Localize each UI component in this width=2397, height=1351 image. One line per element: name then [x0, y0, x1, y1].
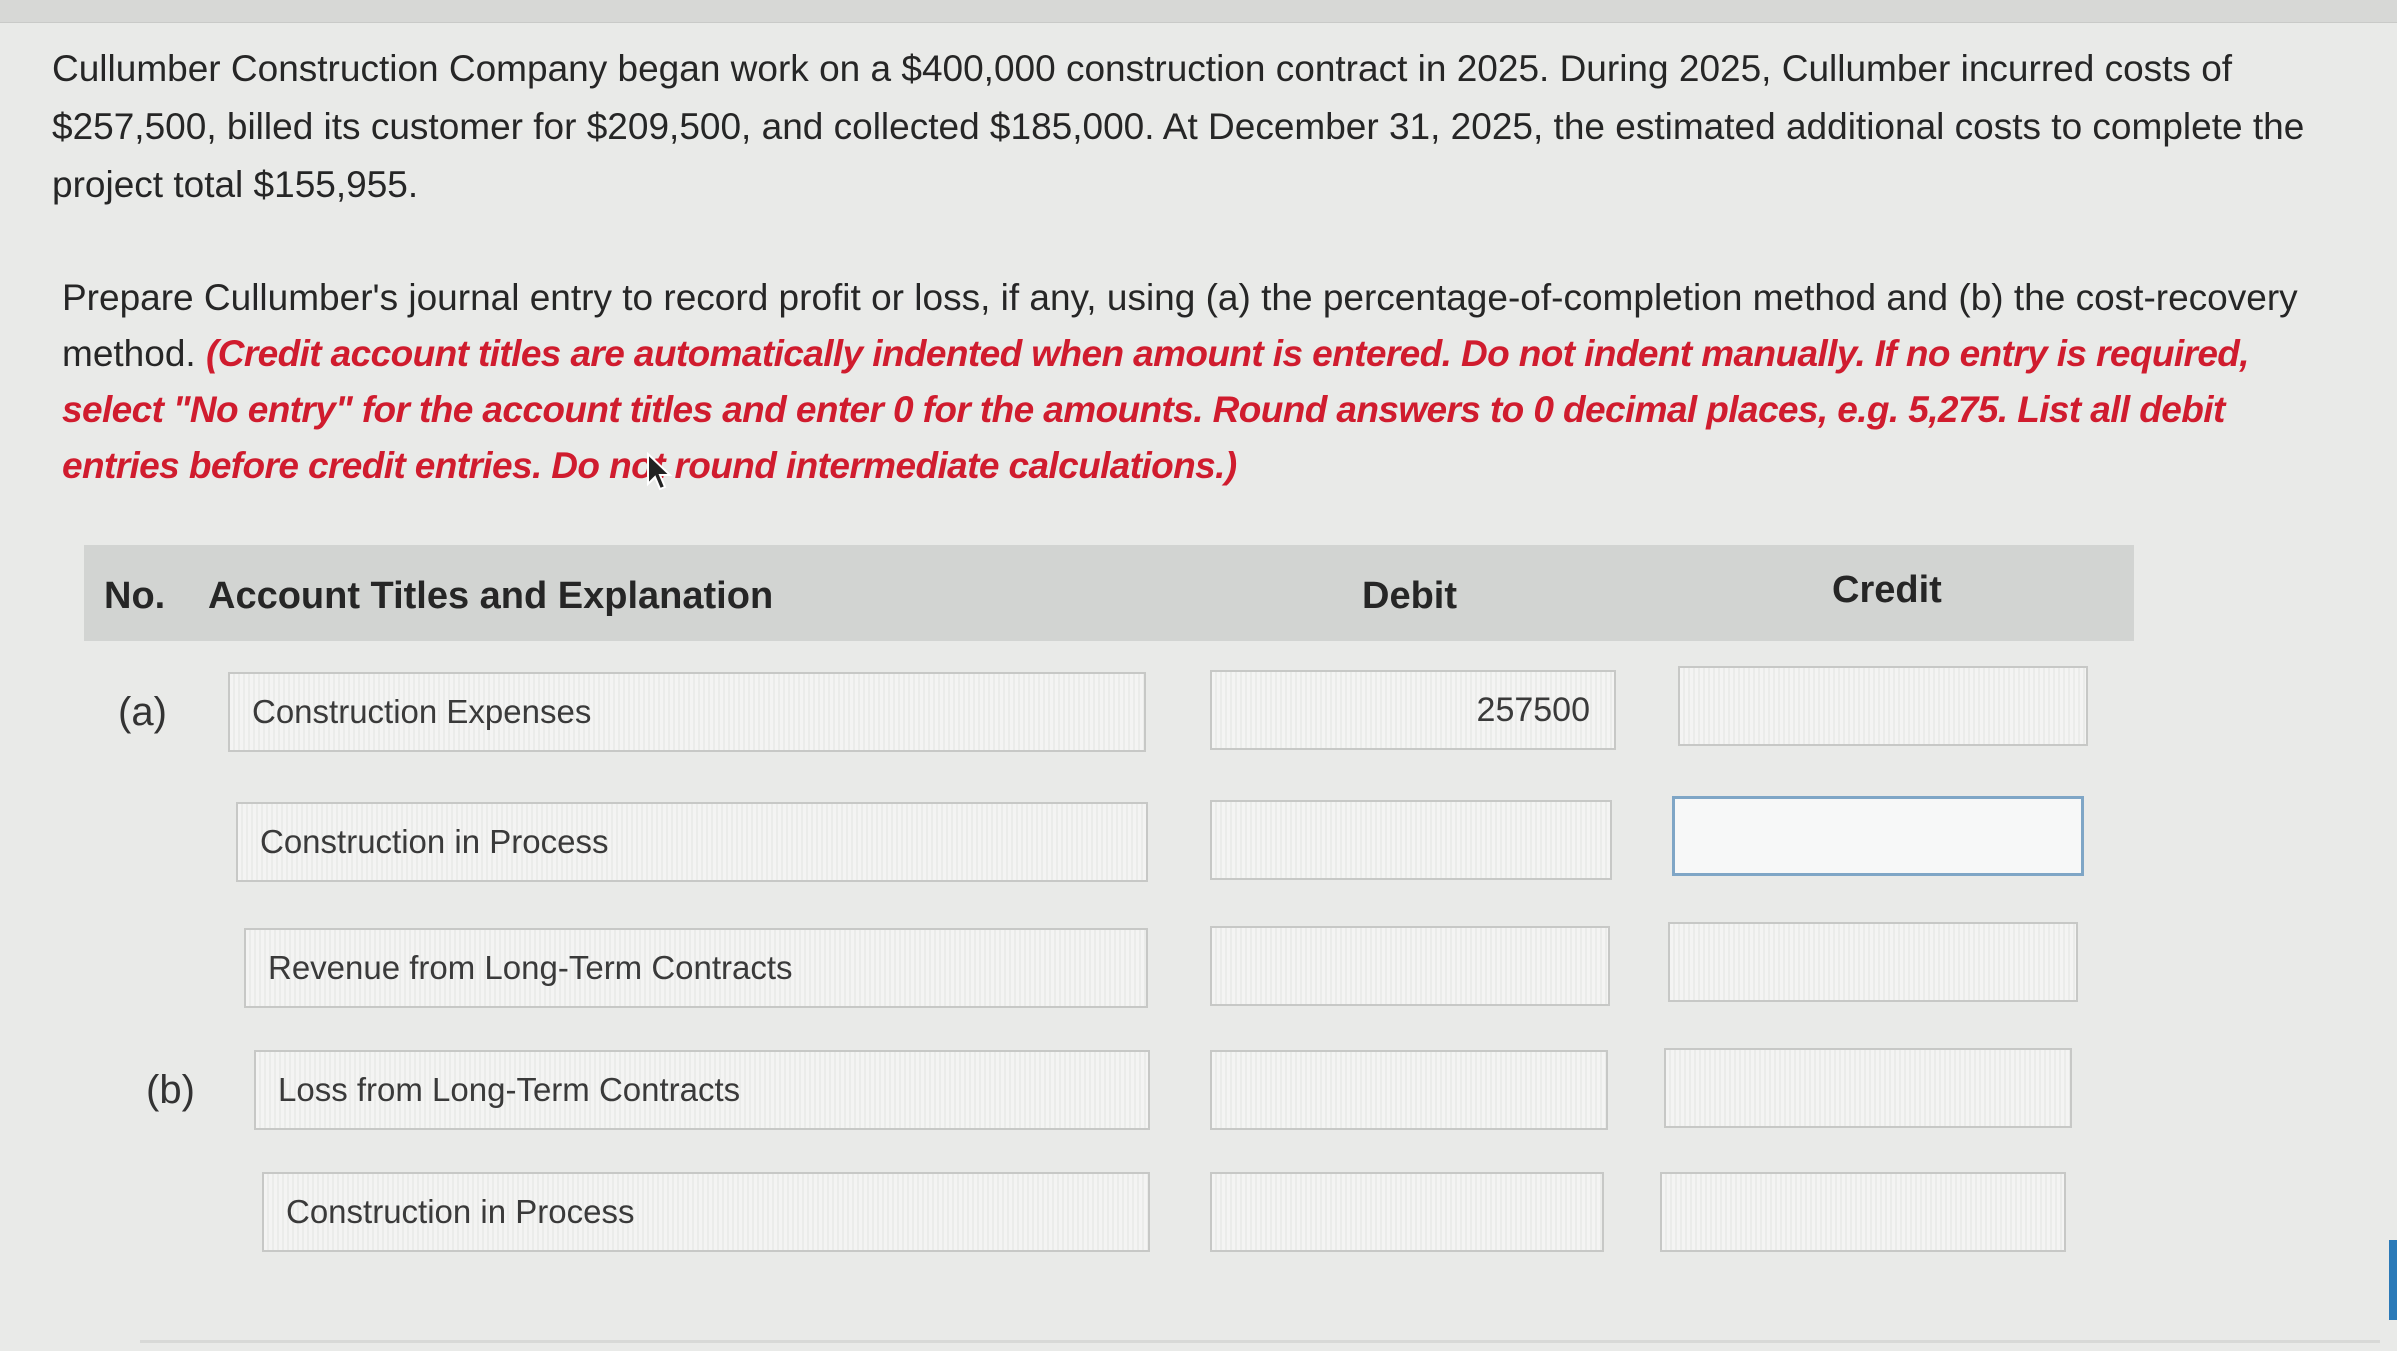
instructions: Prepare Cullumber's journal entry to rec… [62, 270, 2332, 494]
header-no: No. [104, 575, 166, 617]
journal-table-header: No. Account Titles and Explanation Debit… [84, 545, 2134, 641]
credit-input[interactable] [1678, 666, 2088, 746]
top-bar [0, 0, 2397, 23]
scrollbar[interactable] [2389, 1240, 2397, 1320]
credit-input[interactable] [1668, 922, 2078, 1002]
debit-input[interactable] [1210, 1050, 1608, 1130]
credit-input[interactable] [1664, 1048, 2072, 1128]
credit-input[interactable] [1672, 796, 2084, 876]
mouse-pointer-icon [647, 452, 673, 491]
account-title-field[interactable]: Construction in Process [236, 802, 1148, 882]
instructions-note: (Credit account titles are automatically… [62, 333, 2250, 486]
debit-input[interactable] [1210, 926, 1610, 1006]
problem-text: Cullumber Construction Company began wor… [52, 48, 2305, 205]
divider [140, 1340, 2380, 1343]
header-account-titles: Account Titles and Explanation [208, 575, 774, 617]
row-label-b: (b) [146, 1068, 195, 1112]
account-title-field[interactable]: Construction in Process [262, 1172, 1150, 1252]
account-title-field[interactable]: Loss from Long-Term Contracts [254, 1050, 1150, 1130]
account-title-field[interactable]: Construction Expenses [228, 672, 1146, 752]
credit-input[interactable] [1660, 1172, 2066, 1252]
header-credit: Credit [1832, 569, 1942, 611]
header-debit: Debit [1362, 575, 1457, 617]
account-title-field[interactable]: Revenue from Long-Term Contracts [244, 928, 1148, 1008]
row-label-a: (a) [118, 690, 167, 734]
debit-input[interactable]: 257500 [1210, 670, 1616, 750]
debit-input[interactable] [1210, 800, 1612, 880]
debit-input[interactable] [1210, 1172, 1604, 1252]
